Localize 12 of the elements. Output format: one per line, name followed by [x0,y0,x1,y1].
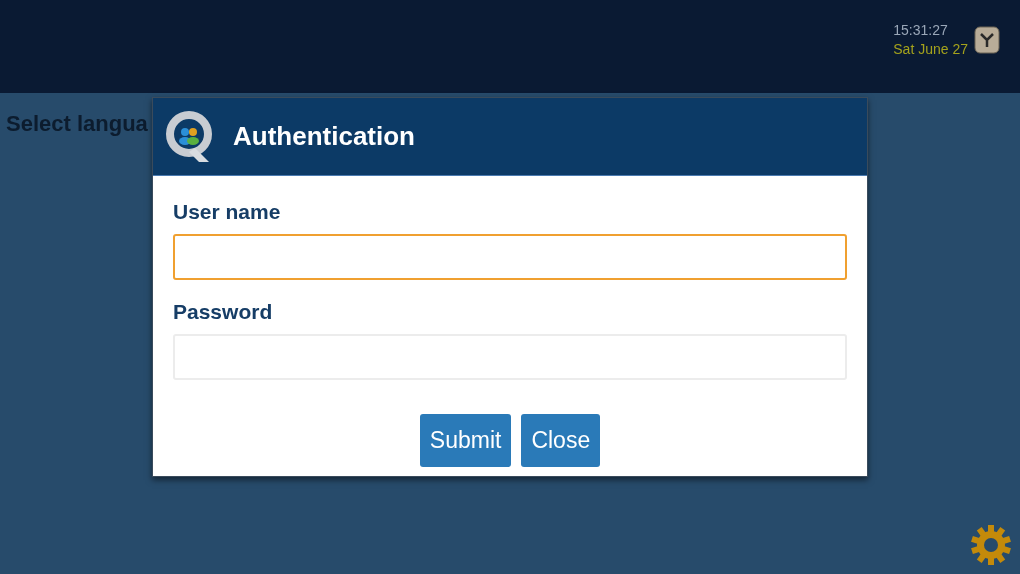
input-field[interactable] [173,234,847,280]
logo-icon [165,109,215,164]
page-heading: Select langua [6,111,148,137]
clock-icon[interactable] [974,26,1000,54]
field-label: User name [173,200,282,224]
submit-button[interactable]: Submit [419,414,512,467]
settings-icon[interactable] [970,524,1012,566]
field-label: Password [173,300,274,324]
clock-date: Sat June 27 [893,41,968,57]
close-button[interactable]: Close [521,414,601,467]
dialog-title: Authentication [233,121,415,152]
clock-time: 15:31:27 [893,22,948,38]
